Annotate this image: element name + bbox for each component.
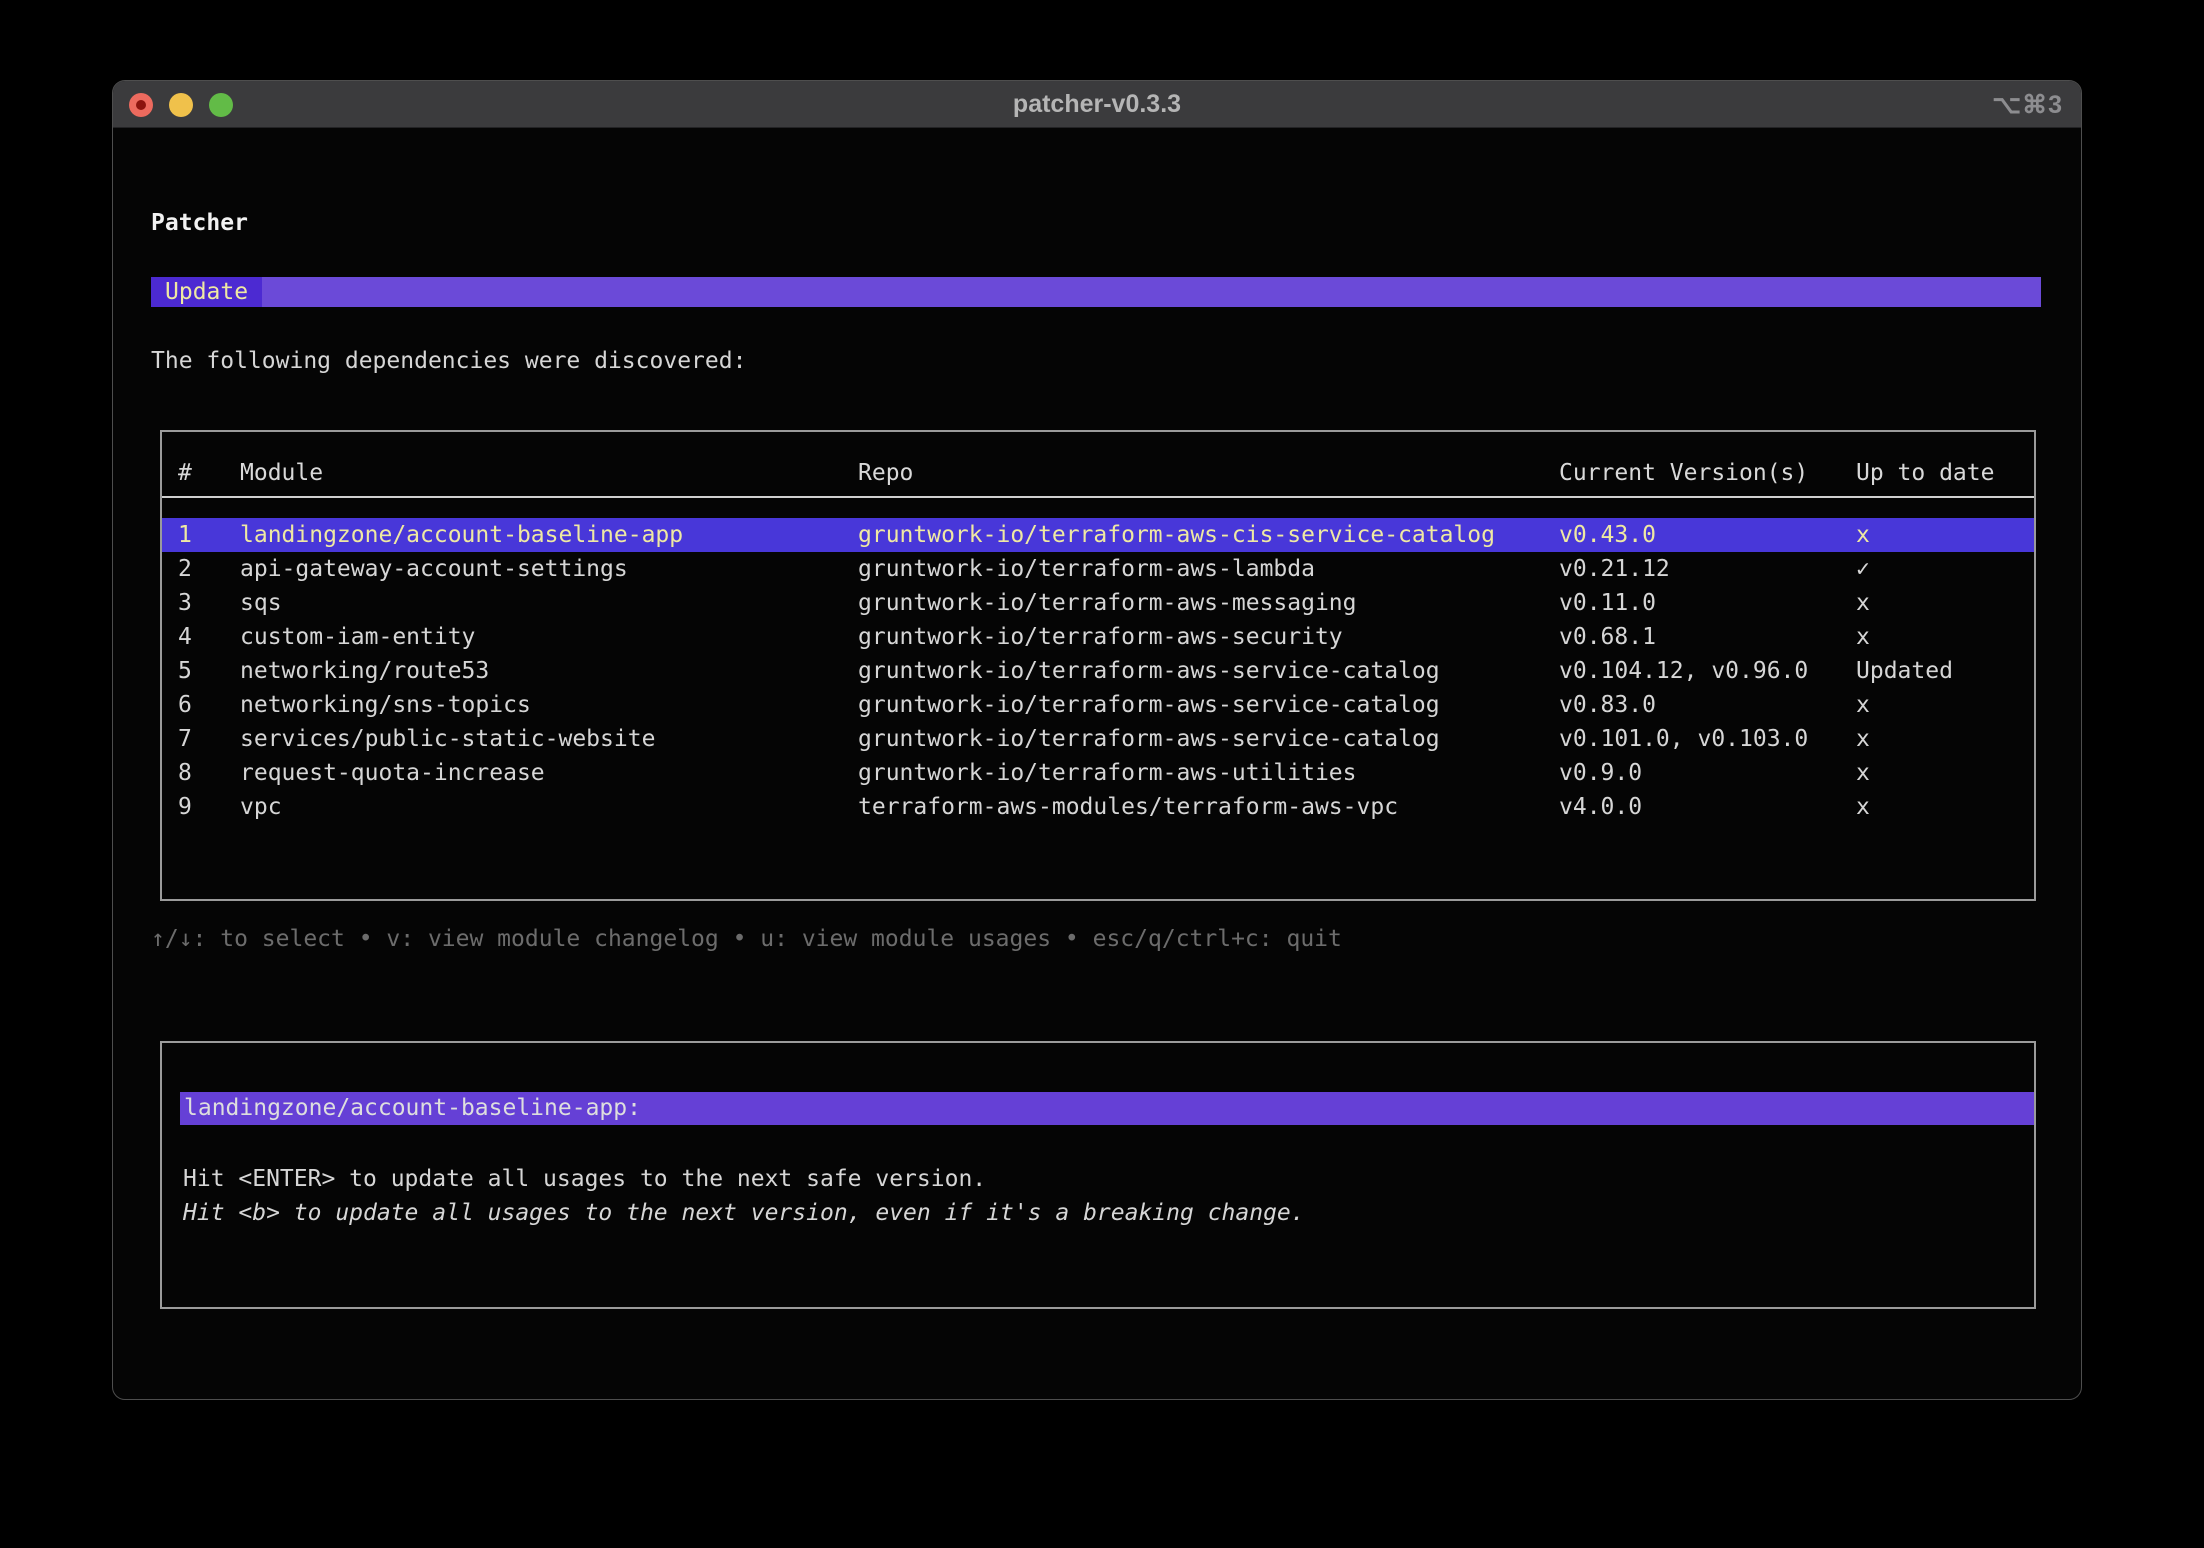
cell-num: 5 (178, 654, 240, 688)
cell-module: networking/route53 (240, 654, 858, 688)
cell-repo: gruntwork-io/terraform-aws-utilities (858, 756, 1559, 790)
table-row[interactable]: 6networking/sns-topicsgruntwork-io/terra… (162, 688, 2034, 722)
cell-version: v0.83.0 (1559, 688, 1856, 722)
cell-status: x (1856, 756, 2034, 790)
cell-version: v0.101.0, v0.103.0 (1559, 722, 1856, 756)
cell-status: x (1856, 518, 2034, 552)
table-row[interactable]: 8request-quota-increasegruntwork-io/terr… (162, 756, 2034, 790)
column-header-repo: Repo (858, 456, 1559, 490)
column-header-uptodate: Up to date (1856, 456, 2034, 490)
cell-version: v0.104.12, v0.96.0 (1559, 654, 1856, 688)
cell-status: ✓ (1856, 552, 2034, 586)
column-header-num: # (178, 456, 240, 490)
table-row[interactable]: 1landingzone/account-baseline-appgruntwo… (162, 518, 2034, 552)
table-row[interactable]: 5networking/route53gruntwork-io/terrafor… (162, 654, 2034, 688)
selected-module-heading: landingzone/account-baseline-app: (180, 1092, 2034, 1125)
column-header-version: Current Version(s) (1559, 456, 1856, 490)
cell-num: 8 (178, 756, 240, 790)
table-row[interactable]: 7services/public-static-websitegruntwork… (162, 722, 2034, 756)
cell-repo: gruntwork-io/terraform-aws-service-catal… (858, 722, 1559, 756)
cell-module: services/public-static-website (240, 722, 858, 756)
dependencies-table: # Module Repo Current Version(s) Up to d… (160, 430, 2036, 901)
cell-repo: gruntwork-io/terraform-aws-service-catal… (858, 688, 1559, 722)
cell-status: x (1856, 620, 2034, 654)
table-row[interactable]: 2api-gateway-account-settingsgruntwork-i… (162, 552, 2034, 586)
cell-version: v4.0.0 (1559, 790, 1856, 824)
cell-version: v0.9.0 (1559, 756, 1856, 790)
cell-module: landingzone/account-baseline-app (240, 518, 858, 552)
tab-update[interactable]: Update (151, 277, 262, 307)
cell-num: 4 (178, 620, 240, 654)
cell-version: v0.68.1 (1559, 620, 1856, 654)
cell-num: 3 (178, 586, 240, 620)
cell-status: x (1856, 586, 2034, 620)
cell-repo: gruntwork-io/terraform-aws-lambda (858, 552, 1559, 586)
cell-num: 9 (178, 790, 240, 824)
help-bar: ↑/↓: to select • v: view module changelo… (151, 927, 1342, 951)
table-row[interactable]: 3sqsgruntwork-io/terraform-aws-messaging… (162, 586, 2034, 620)
table-row[interactable]: 4custom-iam-entitygruntwork-io/terraform… (162, 620, 2034, 654)
cell-version: v0.11.0 (1559, 586, 1856, 620)
cell-module: request-quota-increase (240, 756, 858, 790)
cell-repo: gruntwork-io/terraform-aws-security (858, 620, 1559, 654)
cell-num: 6 (178, 688, 240, 722)
table-row[interactable]: 9vpcterraform-aws-modules/terraform-aws-… (162, 790, 2034, 824)
table-body: 1landingzone/account-baseline-appgruntwo… (162, 518, 2034, 824)
terminal-window: patcher-v0.3.3 ⌥⌘3 Patcher Update The fo… (112, 80, 2082, 1400)
intro-text: The following dependencies were discover… (151, 349, 746, 373)
cell-version: v0.21.12 (1559, 552, 1856, 586)
table-header: # Module Repo Current Version(s) Up to d… (162, 456, 2034, 490)
cell-module: sqs (240, 586, 858, 620)
column-header-module: Module (240, 456, 858, 490)
cell-repo: gruntwork-io/terraform-aws-messaging (858, 586, 1559, 620)
breaking-instruction: Hit <b> to update all usages to the next… (183, 1196, 1305, 1230)
terminal-content: Patcher Update The following dependencie… (113, 81, 2081, 1399)
cell-status: x (1856, 688, 2034, 722)
cell-repo: gruntwork-io/terraform-aws-service-catal… (858, 654, 1559, 688)
header-separator (162, 496, 2034, 498)
app-heading: Patcher (151, 211, 248, 235)
cell-module: networking/sns-topics (240, 688, 858, 722)
cell-status: x (1856, 722, 2034, 756)
cell-repo: terraform-aws-modules/terraform-aws-vpc (858, 790, 1559, 824)
tab-bar: Update (151, 277, 2041, 307)
cell-num: 1 (178, 518, 240, 552)
cell-module: vpc (240, 790, 858, 824)
cell-repo: gruntwork-io/terraform-aws-cis-service-c… (858, 518, 1559, 552)
cell-num: 7 (178, 722, 240, 756)
cell-module: api-gateway-account-settings (240, 552, 858, 586)
cell-module: custom-iam-entity (240, 620, 858, 654)
detail-panel: landingzone/account-baseline-app: Hit <E… (160, 1041, 2036, 1309)
cell-version: v0.43.0 (1559, 518, 1856, 552)
cell-status: Updated (1856, 654, 2034, 688)
enter-instruction: Hit <ENTER> to update all usages to the … (183, 1162, 986, 1196)
cell-status: x (1856, 790, 2034, 824)
cell-num: 2 (178, 552, 240, 586)
